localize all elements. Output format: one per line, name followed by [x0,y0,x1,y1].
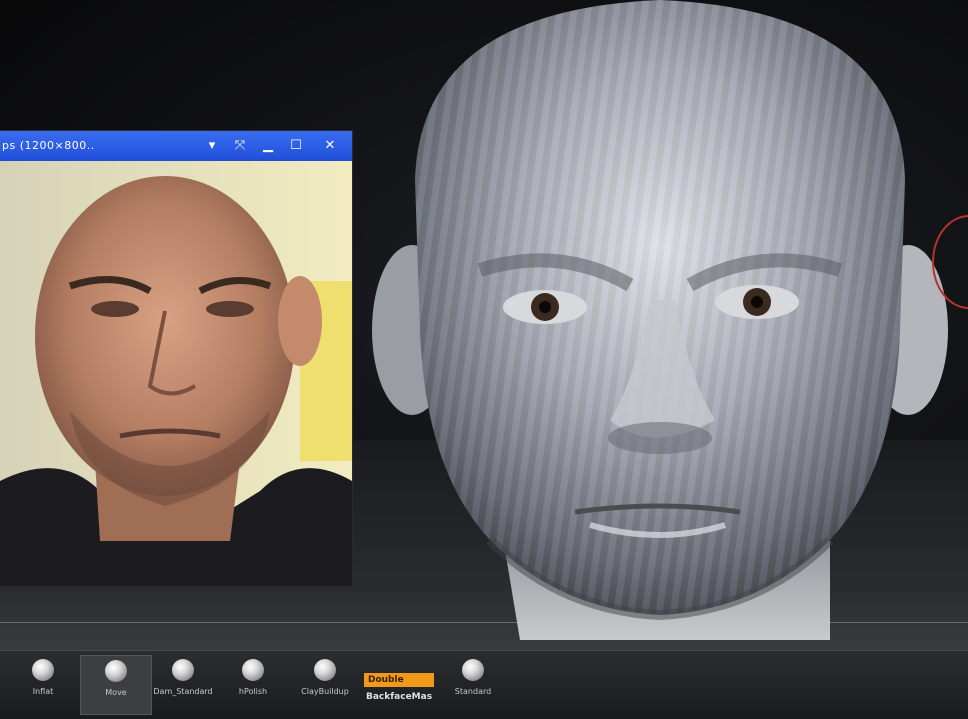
brush-hpolish[interactable]: hPolish [218,655,288,713]
brush-dam-standard[interactable]: Dam_Standard [148,655,218,713]
sculpted-head-model[interactable] [360,0,968,650]
close-icon[interactable]: ✕ [321,137,339,155]
reference-image-window[interactable]: ps (1200×800.. ▾ ⤧ ▁ ☐ ✕ [0,131,352,586]
reference-photo [0,161,352,586]
triangle-down-icon[interactable]: ▾ [203,137,221,155]
brush-inflat[interactable]: Inflat [8,655,78,713]
sphere-brush-icon [32,659,54,681]
sphere-brush-icon [462,659,484,681]
double-toggle-button[interactable]: Double [364,673,434,687]
brush-label-standard: Standard [454,687,492,696]
sphere-brush-icon [314,659,336,681]
brush-standard[interactable]: Standard [438,655,508,713]
reference-window-titlebar[interactable]: ps (1200×800.. ▾ ⤧ ▁ ☐ ✕ [0,131,352,161]
expand-arrows-icon[interactable]: ⤧ [231,137,249,155]
backface-mask-button[interactable]: BackfaceMas [366,692,432,702]
brush-claybuildup[interactable]: ClayBuildup [290,655,360,713]
brush-label-move: Move [105,688,127,697]
minimize-icon[interactable]: ▁ [259,137,277,155]
brush-label-hpolish: hPolish [238,687,268,696]
sphere-brush-icon [105,660,127,682]
brush-move[interactable]: Move [80,655,152,715]
brush-label-inflat: Inflat [32,687,54,696]
reference-window-title: ps (1200×800.. [2,139,95,152]
brush-label-dam-standard: Dam_Standard [153,687,213,696]
sphere-brush-icon [172,659,194,681]
maximize-icon[interactable]: ☐ [287,137,305,155]
brush-label-claybuildup: ClayBuildup [301,687,349,696]
sphere-brush-icon [242,659,264,681]
brush-shelf: Inflat Move Dam_Standard hPolish ClayBui… [0,650,968,719]
